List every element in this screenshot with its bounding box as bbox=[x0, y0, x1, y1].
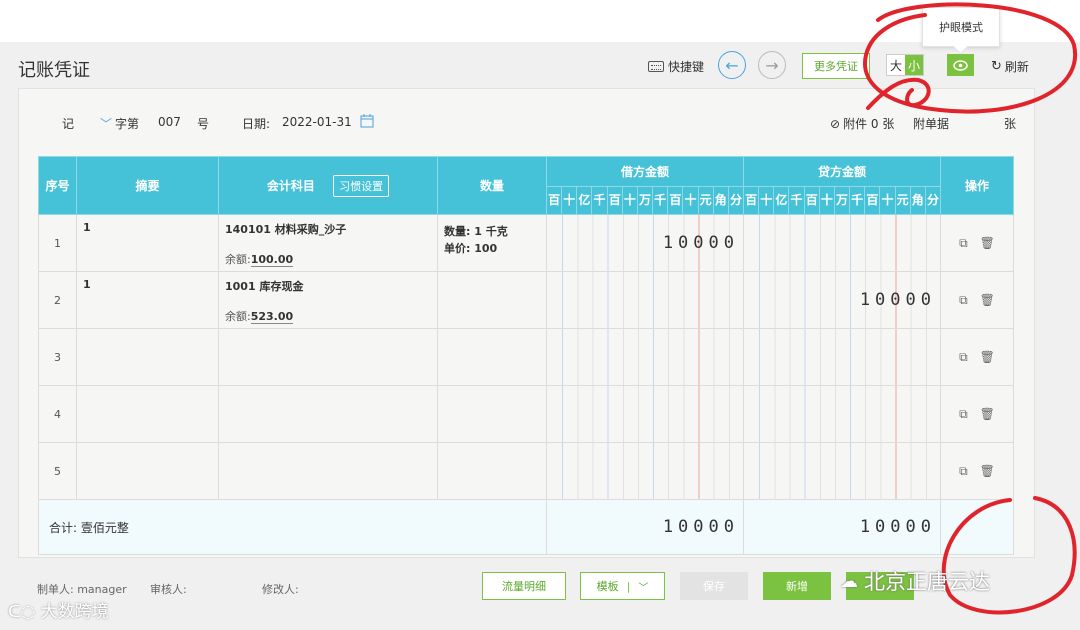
watermark-left: ᑕ◌ 大数跨境 bbox=[8, 597, 109, 622]
watermark-left-text: 大数跨境 bbox=[40, 602, 109, 622]
annotation-overlay bbox=[863, 2, 1078, 615]
logo-icon: ᑕ◌ bbox=[8, 602, 36, 622]
watermark-right-text: 北京正唐云达 bbox=[864, 570, 990, 594]
wechat-icon: ☁ bbox=[840, 570, 858, 592]
watermark-right: ☁ 北京正唐云达 bbox=[840, 566, 990, 596]
